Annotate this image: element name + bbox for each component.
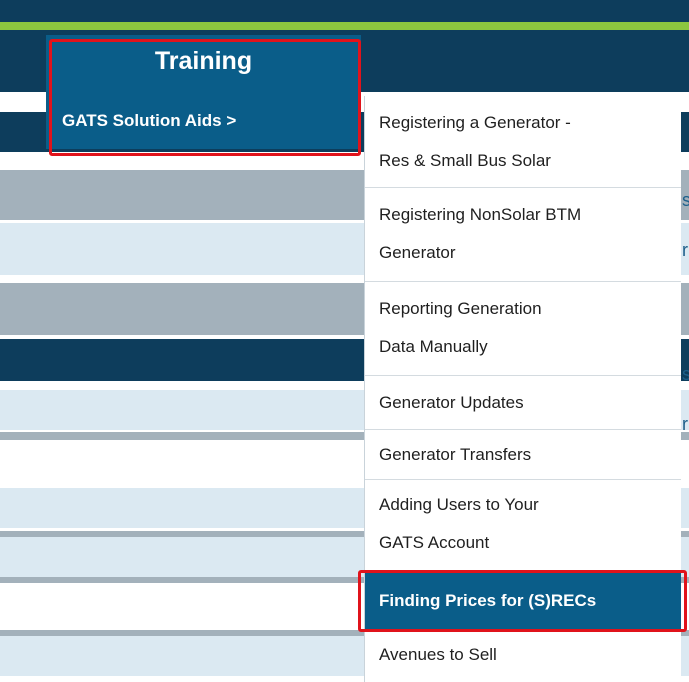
edge-text-fragment: s (682, 364, 689, 384)
menu-item-generator-transfers[interactable]: Generator Transfers (365, 430, 681, 480)
edge-text-fragment: r (682, 240, 688, 260)
training-title: Training (154, 47, 253, 75)
menu-item-generator-updates[interactable]: Generator Updates (365, 376, 681, 430)
solution-aids-dropdown: Registering a Generator - Res & Small Bu… (364, 96, 681, 682)
menu-item-avenues-to-sell[interactable]: Avenues to Sell (365, 630, 681, 682)
edge-text-fragment: s (682, 190, 689, 210)
training-menu-tab[interactable]: Training GATS Solution Aids > (46, 35, 361, 149)
menu-item-registering-nonsolar-btm[interactable]: Registering NonSolar BTM Generator (365, 188, 681, 282)
menu-item-finding-prices-srecs[interactable]: Finding Prices for (S)RECs (365, 572, 681, 630)
edge-text-fragment: r (682, 414, 688, 434)
gats-solution-aids-link[interactable]: GATS Solution Aids > (62, 111, 236, 131)
top-bar (0, 0, 689, 22)
menu-item-registering-generator-solar[interactable]: Registering a Generator - Res & Small Bu… (365, 96, 681, 188)
menu-item-reporting-generation[interactable]: Reporting Generation Data Manually (365, 282, 681, 376)
menu-item-adding-users[interactable]: Adding Users to Your GATS Account (365, 480, 681, 572)
accent-stripe (0, 22, 689, 30)
